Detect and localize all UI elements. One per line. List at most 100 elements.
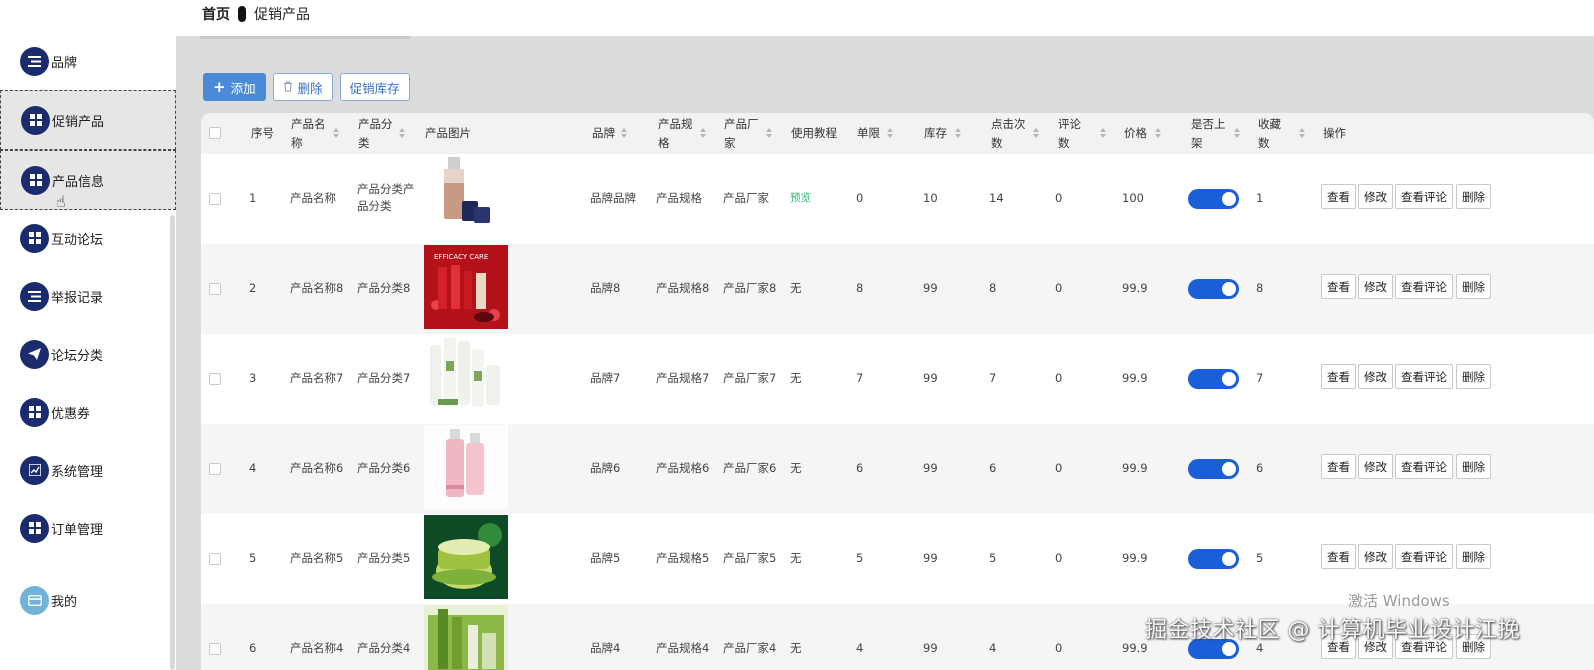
view-button[interactable]: 查看: [1321, 274, 1356, 299]
sidebar-item-8[interactable]: 订单管理: [0, 499, 176, 557]
row-checkbox[interactable]: [209, 643, 221, 655]
sort-icon[interactable]: [1299, 128, 1306, 139]
sort-icon[interactable]: [1033, 128, 1040, 139]
sort-icon[interactable]: [399, 128, 406, 139]
row-checkbox[interactable]: [209, 193, 221, 205]
row-checkbox[interactable]: [209, 463, 221, 475]
sort-icon[interactable]: [1155, 128, 1162, 139]
view-button[interactable]: 查看: [1321, 544, 1356, 569]
edit-button[interactable]: 修改: [1358, 454, 1393, 479]
list-icon: [20, 281, 49, 311]
cell-tutorial[interactable]: 预览: [790, 190, 811, 207]
sort-icon[interactable]: [333, 128, 340, 139]
column-header-price[interactable]: 价格: [1124, 124, 1147, 143]
sidebar-item-label: 系统管理: [51, 464, 104, 480]
sidebar-scrollbar[interactable]: [170, 215, 175, 670]
product-image[interactable]: EFFICACY CARE: [424, 245, 508, 329]
sidebar-item-9[interactable]: 我的: [0, 571, 176, 629]
select-all-checkbox[interactable]: [209, 127, 221, 139]
column-header-stock[interactable]: 库存: [924, 124, 947, 143]
listed-toggle[interactable]: [1188, 369, 1239, 389]
column-header-clicks[interactable]: 数: [991, 134, 1003, 153]
listed-toggle[interactable]: [1188, 549, 1239, 569]
column-header-comments[interactable]: 评论: [1058, 115, 1081, 134]
sidebar-item-3[interactable]: 互动论坛: [0, 209, 176, 267]
delete-button[interactable]: 删除: [1456, 364, 1491, 389]
cell-spec: 产品规格7: [656, 371, 710, 385]
column-header-listed[interactable]: 架: [1191, 134, 1203, 153]
sidebar-item-4[interactable]: 举报记录: [0, 267, 176, 325]
product-image[interactable]: [424, 335, 508, 419]
sidebar: 品牌 促销产品 产品信息 互动论坛 举报记录 论坛分类 优惠券 系统管理 订单管理 我的: [0, 36, 176, 670]
app-window: 首页 促销产品 品牌 促销产品 产品信息 互动论坛 举报记录 论坛分类 优惠券 系统管理 订单管…: [0, 0, 1594, 670]
column-header-name[interactable]: 称: [291, 134, 303, 153]
column-header-listed[interactable]: 是否上: [1191, 115, 1226, 134]
row-checkbox[interactable]: [209, 283, 221, 295]
edit-button[interactable]: 修改: [1358, 184, 1393, 209]
sidebar-item-label: 优惠券: [51, 406, 91, 422]
add-button[interactable]: + 添加: [203, 73, 266, 101]
view-comments-button[interactable]: 查看评论: [1395, 184, 1453, 209]
column-header-maker[interactable]: 家: [724, 134, 736, 153]
edit-button[interactable]: 修改: [1358, 274, 1393, 299]
product-image[interactable]: [424, 515, 508, 599]
view-button[interactable]: 查看: [1321, 184, 1356, 209]
column-header-favorites[interactable]: 收藏: [1258, 115, 1281, 134]
sort-icon[interactable]: [955, 128, 962, 139]
edit-button[interactable]: 修改: [1358, 364, 1393, 389]
column-header-spec[interactable]: 产品规: [658, 115, 693, 134]
column-header-category[interactable]: 类: [358, 134, 370, 153]
sort-icon[interactable]: [1234, 128, 1241, 139]
delete-button[interactable]: 删除: [1456, 184, 1491, 209]
sidebar-item-2[interactable]: 产品信息: [0, 150, 176, 210]
cell-comments: 0: [1055, 281, 1063, 295]
sort-icon[interactable]: [887, 128, 894, 139]
cell-maker: 产品厂家: [723, 191, 769, 205]
row-checkbox[interactable]: [209, 553, 221, 565]
product-image[interactable]: [424, 425, 508, 509]
sort-icon[interactable]: [700, 128, 707, 139]
sort-icon[interactable]: [766, 128, 773, 139]
view-button[interactable]: 查看: [1321, 454, 1356, 479]
view-button[interactable]: 查看: [1321, 364, 1356, 389]
cell-favorites: 1: [1256, 191, 1264, 205]
row-checkbox[interactable]: [209, 373, 221, 385]
sidebar-item-7[interactable]: 系统管理: [0, 441, 176, 499]
delete-button[interactable]: 删除: [1456, 274, 1491, 299]
sidebar-item-label: 订单管理: [51, 522, 104, 538]
delete-button[interactable]: 删除: [272, 73, 333, 101]
column-header-favorites[interactable]: 数: [1258, 134, 1270, 153]
sort-icon[interactable]: [621, 128, 628, 139]
delete-button[interactable]: 删除: [1456, 544, 1491, 569]
column-header-maker[interactable]: 产品厂: [724, 115, 759, 134]
listed-toggle[interactable]: [1188, 459, 1239, 479]
cell-limit: 0: [856, 191, 864, 205]
column-header-brand[interactable]: 品牌: [592, 124, 615, 143]
view-comments-button[interactable]: 查看评论: [1395, 364, 1453, 389]
view-comments-button[interactable]: 查看评论: [1395, 274, 1453, 299]
column-header-comments[interactable]: 数: [1058, 134, 1070, 153]
cell-limit: 5: [856, 551, 864, 565]
sidebar-item-1[interactable]: 促销产品: [0, 90, 176, 150]
promo-stock-button[interactable]: 促销库存: [339, 73, 410, 101]
edit-button[interactable]: 修改: [1358, 544, 1393, 569]
column-header-spec[interactable]: 格: [658, 134, 670, 153]
cell-index: 2: [249, 281, 257, 295]
product-image[interactable]: [424, 605, 508, 670]
sidebar-item-0[interactable]: 品牌: [0, 32, 176, 90]
listed-toggle[interactable]: [1188, 189, 1239, 209]
column-header-category[interactable]: 产品分: [358, 115, 393, 134]
sidebar-item-6[interactable]: 优惠券: [0, 383, 176, 441]
column-header-clicks[interactable]: 点击次: [991, 115, 1026, 134]
view-comments-button[interactable]: 查看评论: [1395, 454, 1453, 479]
sort-icon[interactable]: [1100, 128, 1107, 139]
product-image[interactable]: [424, 155, 508, 239]
sidebar-item-5[interactable]: 论坛分类: [0, 325, 176, 383]
delete-button[interactable]: 删除: [1456, 454, 1491, 479]
column-header-limit[interactable]: 单限: [857, 124, 880, 143]
column-header-name[interactable]: 产品名: [291, 115, 326, 134]
listed-toggle[interactable]: [1188, 279, 1239, 299]
breadcrumb-separator-icon: [238, 6, 246, 22]
view-comments-button[interactable]: 查看评论: [1395, 544, 1453, 569]
breadcrumb-home[interactable]: 首页: [202, 4, 230, 24]
